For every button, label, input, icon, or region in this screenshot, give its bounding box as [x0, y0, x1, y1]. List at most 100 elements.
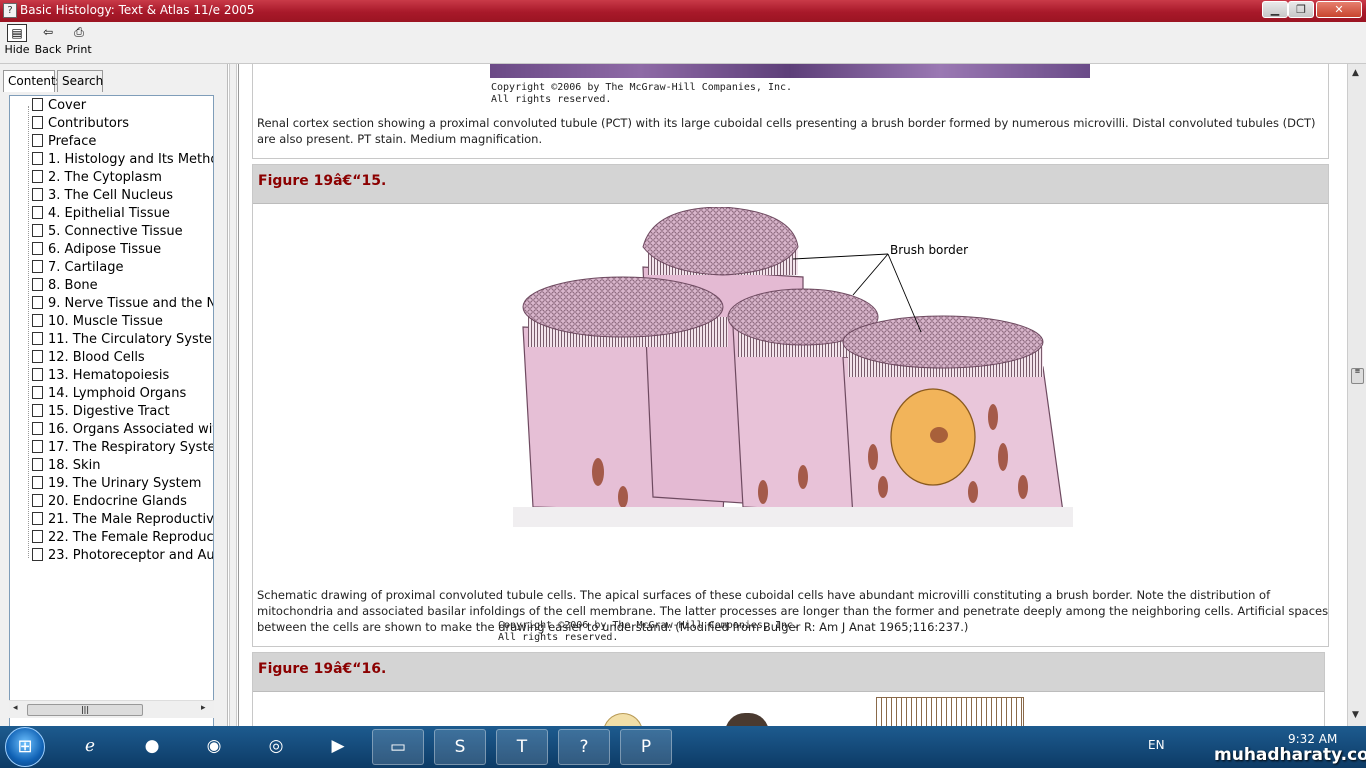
toc-item[interactable]: 8. Bone [32, 278, 213, 296]
help-app-icon: ? [3, 3, 17, 18]
document-icon [32, 386, 43, 399]
start-button[interactable]: ⊞ [5, 727, 45, 767]
content-vertical-scrollbar[interactable]: ▲ ≡ ▼ [1347, 64, 1366, 726]
tab-search[interactable]: Search [57, 70, 103, 92]
toc-item[interactable]: 15. Digestive Tract [32, 404, 213, 422]
toc-item[interactable]: 23. Photoreceptor and Audi [32, 548, 213, 566]
figure-caption-15: Schematic drawing of proximal convoluted… [257, 588, 1329, 634]
copyright-line: All rights reserved. [491, 94, 612, 105]
toc-item[interactable]: 1. Histology and Its Methods [32, 152, 213, 170]
scrollbar-thumb[interactable]: ≡ [1351, 368, 1364, 384]
figure-box-15: Figure 19â€“15. Brush border Copyright ©… [252, 164, 1329, 647]
toc-item-label: 3. The Cell Nucleus [48, 188, 174, 203]
contents-tree[interactable]: Cover Contributors Preface 1. Histology and… [9, 95, 214, 765]
back-button[interactable]: ⇦ Back [31, 24, 65, 56]
toc-item[interactable]: 5. Connective Tissue [32, 224, 213, 242]
toc-item[interactable]: 20. Endocrine Glands [32, 494, 213, 512]
document-icon [32, 260, 43, 273]
document-icon [32, 368, 43, 381]
tab-contents[interactable]: Contents [3, 70, 62, 92]
tree-horizontal-scrollbar[interactable]: ◂ ||| ▸ [9, 700, 214, 718]
scrollbar-thumb[interactable]: ||| [27, 704, 143, 716]
figure-box-16: Figure 19â€“16. [252, 652, 1325, 726]
toc-item[interactable]: 4. Epithelial Tissue [32, 206, 213, 224]
toc-item[interactable]: 6. Adipose Tissue [32, 242, 213, 260]
navigation-pane: Contents Search Cover Contributors Preface… [0, 64, 228, 765]
help-viewer-icon[interactable]: ? [558, 729, 610, 765]
document-icon [32, 116, 43, 129]
document-icon [32, 134, 43, 147]
scroll-left-icon[interactable]: ◂ [13, 703, 18, 713]
printer-icon: ⎙ [74, 25, 84, 39]
app-t-icon[interactable]: T [496, 729, 548, 765]
app-orange-icon[interactable]: ● [126, 729, 178, 765]
pane-splitter[interactable] [229, 64, 237, 726]
taskbar: ⊞ ℯ ● ◉ ◎ ▶ ▭ S T ? P EN 9:32 AM [0, 726, 1366, 768]
document-icon [32, 224, 43, 237]
toc-item-label: 16. Organs Associated with [48, 422, 214, 437]
toc-item[interactable]: 7. Cartilage [32, 260, 213, 278]
document-icon [32, 242, 43, 255]
minimize-button[interactable]: ▁ [1262, 1, 1288, 18]
toc-item[interactable]: 16. Organs Associated with [32, 422, 214, 440]
firefox-icon[interactable]: ◉ [188, 729, 240, 765]
figure-caption-prev: Renal cortex section showing a proximal … [257, 116, 1316, 146]
content-pane: Copyright ©2006 by The McGraw-Hill Compa… [238, 64, 1347, 726]
toc-item-label: 1. Histology and Its Methods [48, 152, 213, 167]
media-player-icon[interactable]: ▶ [312, 729, 364, 765]
document-icon [32, 98, 43, 111]
toc-item[interactable]: 13. Hematopoiesis [32, 368, 213, 386]
internet-explorer-icon[interactable]: ℯ [64, 729, 116, 765]
document-icon [32, 278, 43, 291]
hide-label: Hide [4, 43, 30, 56]
powerpoint-icon[interactable]: P [620, 729, 672, 765]
toc-item-label: 7. Cartilage [48, 260, 124, 275]
scroll-down-icon[interactable]: ▼ [1352, 710, 1359, 720]
scroll-right-icon[interactable]: ▸ [201, 703, 206, 713]
window-titlebar[interactable]: ? Basic Histology: Text & Atlas 11/e 200… [0, 0, 1366, 22]
toc-item[interactable]: 19. The Urinary System [32, 476, 213, 494]
toc-item[interactable]: 9. Nerve Tissue and the Ne [32, 296, 214, 314]
toc-item[interactable]: Preface [32, 134, 213, 152]
figure-box-prev: Copyright ©2006 by The McGraw-Hill Compa… [252, 64, 1329, 159]
toc-item[interactable]: 11. The Circulatory System [32, 332, 213, 350]
chrome-icon[interactable]: ◎ [250, 729, 302, 765]
brush-border-illustration [513, 207, 1073, 527]
toc-item[interactable]: 18. Skin [32, 458, 213, 476]
maximize-button[interactable]: ❐ [1288, 1, 1314, 18]
document-icon [32, 188, 43, 201]
toc-item[interactable]: 10. Muscle Tissue [32, 314, 213, 332]
toc-item-label: 18. Skin [48, 458, 101, 473]
toc-item[interactable]: 22. The Female Reproducti [32, 530, 213, 548]
toc-item-label: 8. Bone [48, 278, 98, 293]
toc-item[interactable]: 21. The Male Reproductive [32, 512, 213, 530]
file-explorer-icon[interactable]: ▭ [372, 729, 424, 765]
skype-icon[interactable]: S [434, 729, 486, 765]
close-button[interactable]: ✕ [1316, 1, 1362, 18]
micrograph-image [490, 64, 1090, 78]
document-icon [32, 458, 43, 471]
scroll-up-icon[interactable]: ▲ [1352, 68, 1359, 78]
document-icon [32, 350, 43, 363]
clock[interactable]: 9:32 AM [1288, 732, 1337, 746]
toc-item-label: 4. Epithelial Tissue [48, 206, 170, 221]
back-label: Back [34, 43, 62, 56]
language-indicator[interactable]: EN [1148, 738, 1165, 752]
toc-item-label: 17. The Respiratory System [48, 440, 214, 455]
toc-item[interactable]: 14. Lymphoid Organs [32, 386, 213, 404]
toc-item[interactable]: 17. The Respiratory System [32, 440, 214, 458]
toc-item[interactable]: 2. The Cytoplasm [32, 170, 213, 188]
hide-button[interactable]: ▤ Hide [0, 24, 34, 56]
figure-title-15: Figure 19â€“15. [253, 165, 1328, 204]
toc-item[interactable]: 3. The Cell Nucleus [32, 188, 213, 206]
toc-item[interactable]: Cover [32, 98, 213, 116]
toc-item[interactable]: 12. Blood Cells [32, 350, 213, 368]
print-button[interactable]: ⎙ Print [62, 24, 96, 56]
toc-item[interactable]: Contributors [32, 116, 213, 134]
toc-item-label: 6. Adipose Tissue [48, 242, 162, 257]
document-icon [32, 530, 43, 543]
copyright-line: Copyright ©2006 by The McGraw-Hill Compa… [491, 82, 793, 93]
toc-item-label: 9. Nerve Tissue and the Ne [48, 296, 214, 311]
print-label: Print [66, 43, 92, 56]
window-title: Basic Histology: Text & Atlas 11/e 2005 [20, 3, 255, 17]
